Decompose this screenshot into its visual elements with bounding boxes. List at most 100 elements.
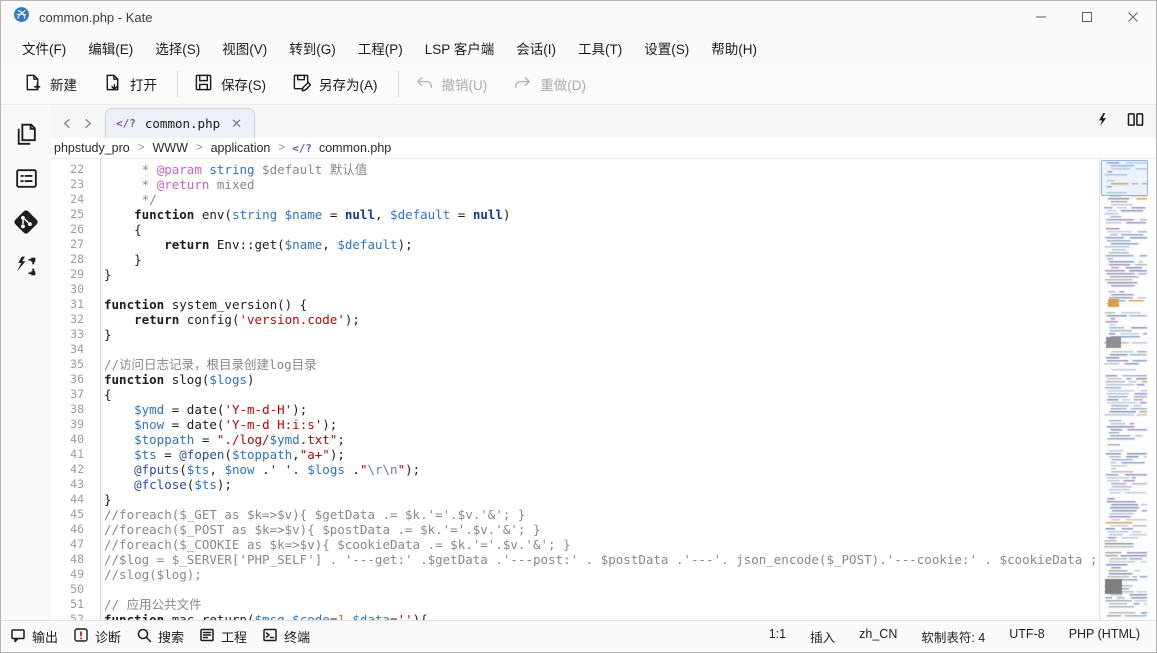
line-number: 49	[51, 567, 100, 582]
tab-close-icon[interactable]: ✕	[229, 115, 244, 132]
code-line[interactable]: $ts = @fopen($toppath,"a+");	[104, 447, 1099, 462]
redo-button[interactable]: 重做(D)	[513, 73, 586, 95]
terminal-label: 终端	[284, 627, 310, 646]
line-number: 35	[51, 357, 100, 372]
code-line[interactable]: }	[104, 252, 1099, 267]
menu-file[interactable]: 文件(F)	[11, 33, 77, 63]
project-toolview-button[interactable]: 工程	[199, 627, 247, 646]
menu-settings[interactable]: 设置(S)	[633, 33, 700, 63]
tab-label: common.php	[145, 116, 220, 131]
menu-tools[interactable]: 工具(T)	[567, 33, 633, 63]
code-line[interactable]: */	[104, 192, 1099, 207]
code-line[interactable]: }	[104, 327, 1099, 342]
status-tab-settings[interactable]: 软制表符: 4	[921, 627, 985, 646]
code-line[interactable]: //slog($log);	[104, 567, 1099, 582]
minimap-scrollbar[interactable]	[1099, 159, 1156, 620]
status-fields: 1:1 插入 zh_CN 软制表符: 4 UTF-8 PHP (HTML)	[769, 627, 1156, 646]
code-line[interactable]	[104, 342, 1099, 357]
close-button[interactable]	[1110, 1, 1156, 33]
code-line[interactable]: @fclose($ts);	[104, 477, 1099, 492]
code-area[interactable]: * @param string $default 默认值 * @return m…	[101, 159, 1099, 620]
line-number: 27	[51, 237, 100, 252]
status-dictionary[interactable]: zh_CN	[859, 627, 897, 646]
status-cursor-position[interactable]: 1:1	[769, 627, 786, 646]
code-line[interactable]: function slog($logs)	[104, 372, 1099, 387]
search-toolview-button[interactable]: 搜索	[136, 627, 184, 646]
status-encoding[interactable]: UTF-8	[1009, 627, 1044, 646]
menu-selection[interactable]: 选择(S)	[144, 33, 211, 63]
title-bar: common.php - Kate	[1, 1, 1156, 33]
line-number: 47	[51, 537, 100, 552]
split-view-icon[interactable]	[1127, 112, 1144, 132]
undo-button[interactable]: 撤销(U)	[415, 73, 488, 95]
save-button[interactable]: 保存(S)	[194, 73, 266, 95]
new-icon	[23, 73, 42, 95]
code-line[interactable]: * @param string $default 默认值	[104, 162, 1099, 177]
code-line[interactable]: //foreach($_POST as $k=>$v){ $postData .…	[104, 522, 1099, 537]
code-line[interactable]: @fputs($ts, $now .' '. $logs ."\r\n");	[104, 462, 1099, 477]
code-line[interactable]: //访问日志记录，根目录创建log目录	[104, 357, 1099, 372]
history-forward-button[interactable]	[77, 109, 97, 137]
breadcrumb-segment[interactable]: phpstudy_pro	[53, 141, 131, 155]
status-insert-mode[interactable]: 插入	[810, 627, 835, 646]
window-title: common.php - Kate	[39, 10, 152, 25]
code-line[interactable]: }	[104, 267, 1099, 282]
code-line[interactable]: //$log = $_SERVER['PHP_SELF'] . '---get:…	[104, 552, 1099, 567]
code-line[interactable]: }	[104, 492, 1099, 507]
breadcrumb-segment[interactable]: application	[210, 141, 272, 155]
menu-lsp-client[interactable]: LSP 客户端	[414, 33, 506, 63]
code-line[interactable]: //foreach($_GET as $k=>$v){ $getData .= …	[104, 507, 1099, 522]
menu-sessions[interactable]: 会话(I)	[505, 33, 567, 63]
code-line[interactable]: function mac_return($msg,$code=1,$data='…	[104, 612, 1099, 620]
save-label: 保存(S)	[221, 74, 266, 94]
project-panel-icon[interactable]	[6, 157, 46, 199]
code-line[interactable]: function system_version() {	[104, 297, 1099, 312]
minimize-button[interactable]	[1018, 1, 1064, 33]
history-back-button[interactable]	[57, 109, 77, 137]
documents-icon[interactable]	[6, 113, 46, 155]
git-icon[interactable]	[6, 201, 46, 243]
code-line[interactable]: $toppath = "./log/$ymd.txt";	[104, 432, 1099, 447]
code-line[interactable]: // 应用公共文件	[104, 597, 1099, 612]
symbols-outline-icon[interactable]	[6, 245, 46, 287]
line-number: 43	[51, 477, 100, 492]
save-icon	[194, 73, 213, 95]
maximize-button[interactable]	[1064, 1, 1110, 33]
menu-project[interactable]: 工程(P)	[347, 33, 414, 63]
menu-go[interactable]: 转到(G)	[278, 33, 347, 63]
status-highlight-mode[interactable]: PHP (HTML)	[1069, 627, 1140, 646]
line-number: 33	[51, 327, 100, 342]
search-label: 搜索	[158, 627, 184, 646]
menu-help[interactable]: 帮助(H)	[700, 33, 768, 63]
line-number: 38	[51, 402, 100, 417]
new-button[interactable]: 新建	[23, 73, 77, 95]
breadcrumb-separator-icon: >	[196, 142, 203, 154]
diagnostics-toolview-button[interactable]: 诊断	[73, 627, 121, 646]
code-line[interactable]: return config('version.code');	[104, 312, 1099, 327]
code-line[interactable]: $now = date('Y-m-d H:i:s');	[104, 417, 1099, 432]
save-as-button[interactable]: 另存为(A)	[292, 73, 378, 95]
code-line[interactable]: function env(string $name = null, $defau…	[104, 207, 1099, 222]
minimap-canvas[interactable]	[1101, 159, 1151, 620]
undo-label: 撤销(U)	[442, 74, 488, 94]
output-toolview-button[interactable]: 输出	[10, 627, 58, 646]
menu-edit[interactable]: 编辑(E)	[77, 33, 144, 63]
code-line[interactable]	[104, 282, 1099, 297]
code-line[interactable]: //foreach($_COOKIE as $k=>$v){ $cookieDa…	[104, 537, 1099, 552]
quick-open-icon[interactable]	[1096, 112, 1109, 132]
code-line[interactable]: return Env::get($name, $default);	[104, 237, 1099, 252]
terminal-toolview-button[interactable]: 终端	[262, 627, 310, 646]
breadcrumb-file[interactable]: common.php	[318, 141, 392, 155]
tab-common-php[interactable]: </? common.php ✕	[105, 108, 255, 138]
output-icon	[10, 627, 26, 646]
line-number: 46	[51, 522, 100, 537]
open-button[interactable]: 打开	[103, 73, 157, 95]
minimap-viewport[interactable]	[1101, 160, 1148, 196]
breadcrumb-segment[interactable]: WWW	[151, 141, 188, 155]
code-line[interactable]: * @return mixed	[104, 177, 1099, 192]
code-line[interactable]: $ymd = date('Y-m-d-H');	[104, 402, 1099, 417]
menu-view[interactable]: 视图(V)	[211, 33, 278, 63]
code-line[interactable]: {	[104, 387, 1099, 402]
code-line[interactable]: {	[104, 222, 1099, 237]
code-line[interactable]	[104, 582, 1099, 597]
